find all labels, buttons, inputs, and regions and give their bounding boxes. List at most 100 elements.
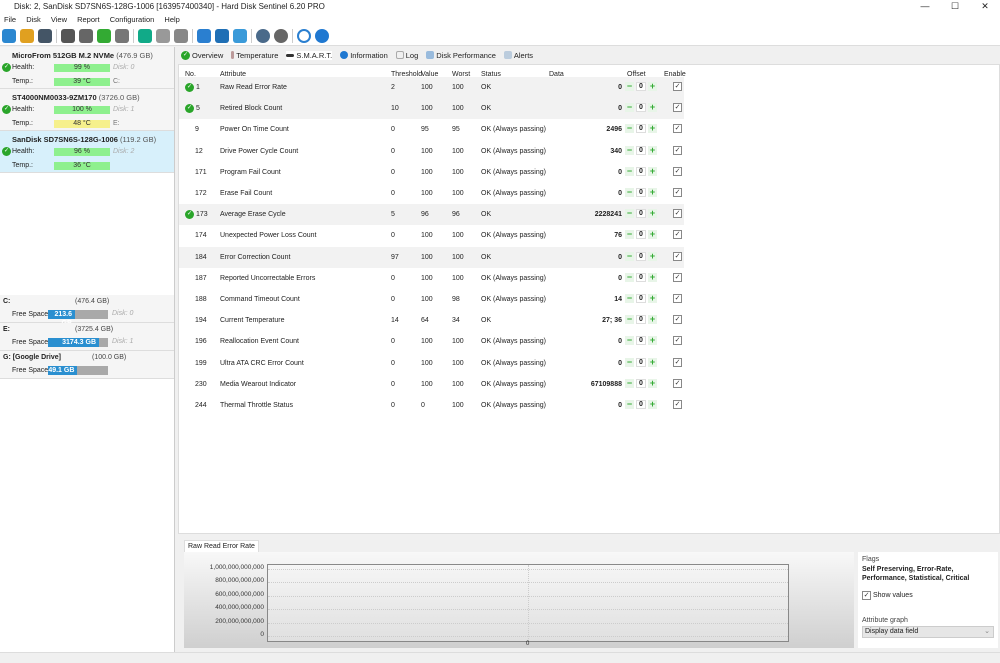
enable-checkbox[interactable]: ✓	[673, 145, 682, 155]
disk-check-icon[interactable]	[97, 28, 111, 43]
offset-value[interactable]: 0	[636, 124, 646, 134]
enable-checkbox[interactable]: ✓	[673, 357, 682, 367]
decrement-offset-button[interactable]: −	[625, 272, 634, 282]
table-row[interactable]: 174 Unexpected Power Loss Count 0 100 10…	[179, 225, 684, 246]
offset-value[interactable]: 0	[636, 336, 646, 346]
maximize-button[interactable]: ☐	[940, 0, 970, 13]
decrement-offset-button[interactable]: −	[625, 124, 634, 134]
enable-checkbox[interactable]: ✓	[673, 251, 682, 261]
attr-graph-select[interactable]: Display data field ⌄	[862, 626, 994, 638]
decrement-offset-button[interactable]: −	[625, 145, 634, 155]
increment-offset-button[interactable]: +	[648, 209, 657, 219]
offset-value[interactable]: 0	[636, 294, 646, 303]
decrement-offset-button[interactable]: −	[625, 400, 634, 409]
increment-offset-button[interactable]: +	[648, 336, 657, 346]
decrement-offset-button[interactable]: −	[625, 103, 634, 113]
table-row[interactable]: 244 Thermal Throttle Status 0 0 100 OK (…	[179, 395, 684, 416]
report-icon[interactable]	[197, 28, 211, 43]
decrement-offset-button[interactable]: −	[625, 82, 634, 91]
table-row[interactable]: 188 Command Timeout Count 0 100 98 OK (A…	[179, 289, 684, 310]
offset-value[interactable]: 0	[636, 166, 646, 176]
enable-checkbox[interactable]: ✓	[673, 378, 682, 388]
disk-search-icon[interactable]	[115, 28, 129, 43]
increment-offset-button[interactable]: +	[648, 103, 657, 113]
increment-offset-button[interactable]: +	[648, 251, 657, 261]
globe-icon[interactable]	[233, 28, 247, 43]
enable-checkbox[interactable]: ✓	[673, 103, 682, 113]
disk-item[interactable]: SanDisk SD7SN6S-128G-1006 (119.2 GB) ✓ He…	[0, 131, 174, 173]
table-row[interactable]: 196 Reallocation Event Count 0 100 100 O…	[179, 331, 684, 352]
decrement-offset-button[interactable]: −	[625, 209, 634, 219]
increment-offset-button[interactable]: +	[648, 145, 657, 155]
decrement-offset-button[interactable]: −	[625, 251, 634, 261]
table-row[interactable]: 230 Media Wearout Indicator 0 100 100 OK…	[179, 374, 684, 395]
offset-value[interactable]: 0	[636, 188, 646, 197]
menu-file[interactable]: File	[4, 15, 16, 24]
help-icon[interactable]	[297, 28, 311, 43]
menu-view[interactable]: View	[51, 15, 67, 24]
increment-offset-button[interactable]: +	[648, 378, 657, 388]
disk-tool-icon[interactable]	[61, 28, 75, 43]
enable-checkbox[interactable]: ✓	[673, 209, 682, 219]
disk-list-icon[interactable]	[38, 28, 52, 43]
increment-offset-button[interactable]: +	[648, 124, 657, 134]
enable-checkbox[interactable]: ✓	[673, 82, 682, 91]
decrement-offset-button[interactable]: −	[625, 294, 634, 303]
minimize-button[interactable]: —	[910, 0, 940, 13]
tab-alerts[interactable]: Alerts	[503, 51, 533, 60]
increment-offset-button[interactable]: +	[648, 400, 657, 409]
gear-icon[interactable]	[256, 28, 270, 43]
table-row[interactable]: ✓ 173 Average Erase Cycle 5 96 96 OK 2228…	[179, 204, 684, 226]
offset-value[interactable]: 0	[636, 378, 646, 388]
offset-value[interactable]: 0	[636, 251, 646, 261]
decrement-offset-button[interactable]: −	[625, 378, 634, 388]
enable-checkbox[interactable]: ✓	[673, 166, 682, 176]
table-row[interactable]: 187 Reported Uncorrectable Errors 0 100 …	[179, 268, 684, 289]
offset-value[interactable]: 0	[636, 230, 646, 240]
offset-value[interactable]: 0	[636, 82, 646, 91]
refresh-icon[interactable]	[2, 28, 16, 43]
email-icon[interactable]	[215, 28, 229, 43]
menu-disk[interactable]: Disk	[26, 15, 41, 24]
disk-item[interactable]: MicroFrom 512GB M.2 NVMe (476.9 GB) ✓ Hea…	[0, 47, 174, 89]
enable-checkbox[interactable]: ✓	[673, 315, 682, 325]
backup-icon[interactable]	[174, 28, 188, 43]
offset-value[interactable]: 0	[636, 145, 646, 155]
decrement-offset-button[interactable]: −	[625, 166, 634, 176]
tab-overview[interactable]: ✓ Overview	[181, 50, 223, 60]
info-icon[interactable]	[315, 28, 329, 43]
table-row[interactable]: 194 Current Temperature 14 64 34 OK 27; …	[179, 310, 684, 331]
increment-offset-button[interactable]: +	[648, 357, 657, 367]
increment-offset-button[interactable]: +	[648, 315, 657, 325]
enable-checkbox[interactable]: ✓	[673, 124, 682, 134]
network-icon[interactable]	[156, 28, 170, 43]
enable-checkbox[interactable]: ✓	[673, 336, 682, 346]
drive-item[interactable]: E: (3725.4 GB) Free Space 3174.3 GB Disk:…	[0, 323, 174, 351]
offset-value[interactable]: 0	[636, 103, 646, 113]
drive-item[interactable]: C: (476.4 GB) Free Space 213.6 GB Disk: 0	[0, 295, 174, 327]
offset-value[interactable]: 0	[636, 315, 646, 325]
increment-offset-button[interactable]: +	[648, 272, 657, 282]
table-row[interactable]: 172 Erase Fail Count 0 100 100 OK (Alway…	[179, 183, 684, 204]
decrement-offset-button[interactable]: −	[625, 188, 634, 197]
table-row[interactable]: 171 Program Fail Count 0 100 100 OK (Alw…	[179, 162, 684, 183]
enable-checkbox[interactable]: ✓	[673, 400, 682, 409]
decrement-offset-button[interactable]: −	[625, 230, 634, 240]
increment-offset-button[interactable]: +	[648, 230, 657, 240]
disk-item[interactable]: ST4000NM0033-9ZM170 (3726.0 GB) ✓ Health:…	[0, 89, 174, 131]
decrement-offset-button[interactable]: −	[625, 336, 634, 346]
sound-icon[interactable]	[274, 28, 288, 43]
table-row[interactable]: ✓ 1 Raw Read Error Rate 2 100 100 OK 0 − …	[179, 77, 684, 98]
table-row[interactable]: ✓ 5 Retired Block Count 10 100 100 OK 0 −…	[179, 98, 684, 120]
close-button[interactable]: ✕	[970, 0, 1000, 13]
increment-offset-button[interactable]: +	[648, 294, 657, 303]
table-row[interactable]: 199 Ultra ATA CRC Error Count 0 100 100 …	[179, 353, 684, 374]
offset-value[interactable]: 0	[636, 400, 646, 409]
offset-value[interactable]: 0	[636, 209, 646, 219]
graph-tab[interactable]: Raw Read Error Rate	[184, 540, 259, 552]
tab-log[interactable]: Log	[395, 51, 418, 60]
table-row[interactable]: 184 Error Correction Count 97 100 100 OK…	[179, 246, 684, 268]
drive-item[interactable]: G: [Google Drive] (100.0 GB) Free Space 4…	[0, 351, 174, 379]
tab-temperature[interactable]: Temperature	[231, 51, 278, 60]
tab-disk-performance[interactable]: Disk Performance	[426, 51, 496, 60]
